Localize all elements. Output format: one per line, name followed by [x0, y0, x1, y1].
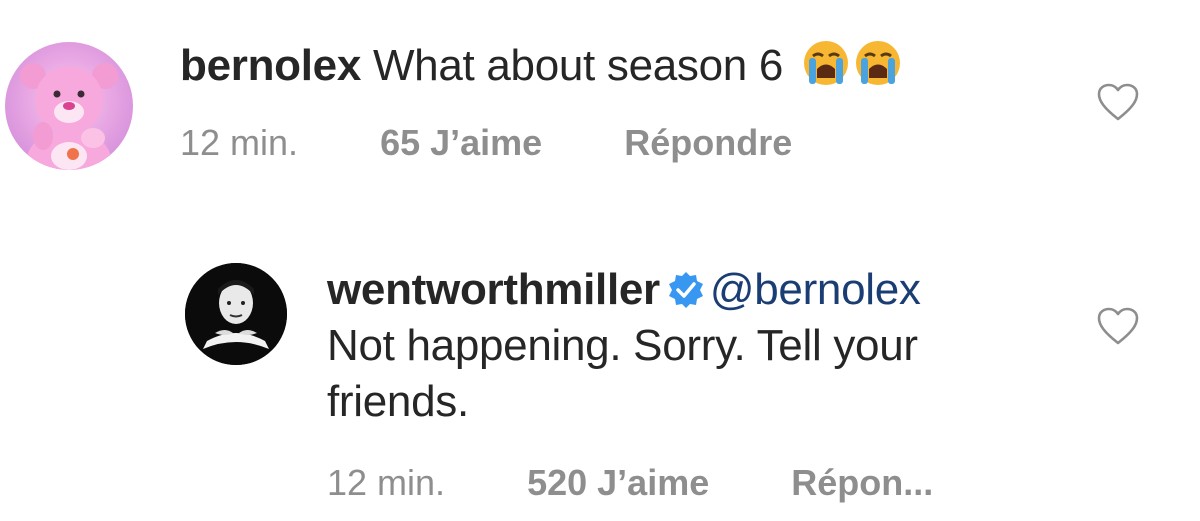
- loudly-crying-face-icon: [804, 41, 849, 85]
- comment-username[interactable]: bernolex: [180, 41, 361, 90]
- like-heart-icon[interactable]: [1096, 82, 1140, 122]
- comment-text-block: wentworthmiller @bernolex Not happening.…: [327, 262, 1027, 430]
- comment-bernolex: bernolex What about season 6 12 min. 65 …: [0, 0, 1200, 200]
- comment-likes[interactable]: 65 J’aime: [380, 122, 542, 164]
- like-heart-icon[interactable]: [1096, 306, 1140, 346]
- loudly-crying-face-icon: [856, 41, 901, 85]
- verified-badge-icon: [668, 272, 703, 308]
- reply-button[interactable]: Répondre: [624, 122, 792, 164]
- comment-time: 12 min.: [327, 462, 446, 503]
- reply-button[interactable]: Répon...: [791, 462, 933, 504]
- comment-username[interactable]: wentworthmiller: [327, 265, 660, 314]
- portrait-avatar[interactable]: [185, 263, 287, 365]
- comment-text: Not happening. Sorry. Tell your friends.: [327, 321, 918, 426]
- comment-meta: 12 min. 520 J’aime Répon...: [327, 462, 933, 504]
- comment-text-line: bernolex What about season 6: [180, 38, 903, 94]
- comment-meta: 12 min. 65 J’aime Répondre: [180, 122, 792, 164]
- pink-bear-avatar[interactable]: [5, 42, 133, 170]
- comment-time: 12 min.: [180, 122, 299, 163]
- mention-link[interactable]: @bernolex: [710, 265, 921, 314]
- comment-likes[interactable]: 520 J’aime: [527, 462, 709, 504]
- comment-text: What about season 6: [372, 41, 784, 90]
- comment-wentworthmiller: wentworthmiller @bernolex Not happening.…: [0, 230, 1200, 521]
